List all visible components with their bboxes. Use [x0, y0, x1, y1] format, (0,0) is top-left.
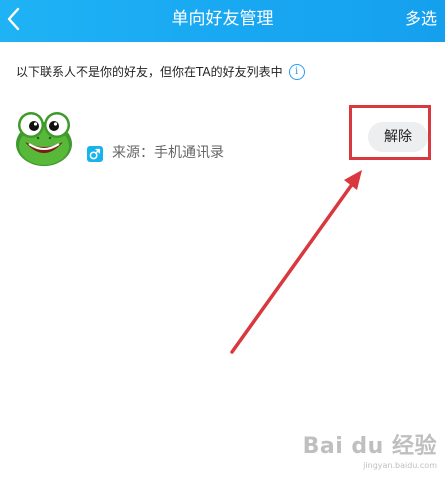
watermark-brand: Bai du 经验 — [302, 434, 437, 459]
frog-avatar-icon — [16, 112, 72, 166]
nav-header: 单向好友管理 多选 — [0, 0, 445, 42]
watermark-url: jingyan.baidu.com — [363, 461, 437, 470]
page-title: 单向好友管理 — [171, 9, 274, 29]
info-icon[interactable]: i — [288, 64, 305, 80]
notice-bar: 以下联系人不是你的好友，但你在TA的好友列表中 i — [16, 64, 305, 80]
notice-text: 以下联系人不是你的好友，但你在TA的好友列表中 — [16, 65, 283, 79]
annotation-highlight-box — [349, 105, 431, 160]
watermark: Bai du 经验 jingyan.baidu.com — [303, 435, 437, 471]
contact-source-label: 来源：手机通讯录 — [112, 145, 224, 161]
gender-badge — [87, 146, 103, 162]
multi-select-button[interactable]: 多选 — [405, 8, 437, 30]
male-icon — [89, 148, 101, 160]
